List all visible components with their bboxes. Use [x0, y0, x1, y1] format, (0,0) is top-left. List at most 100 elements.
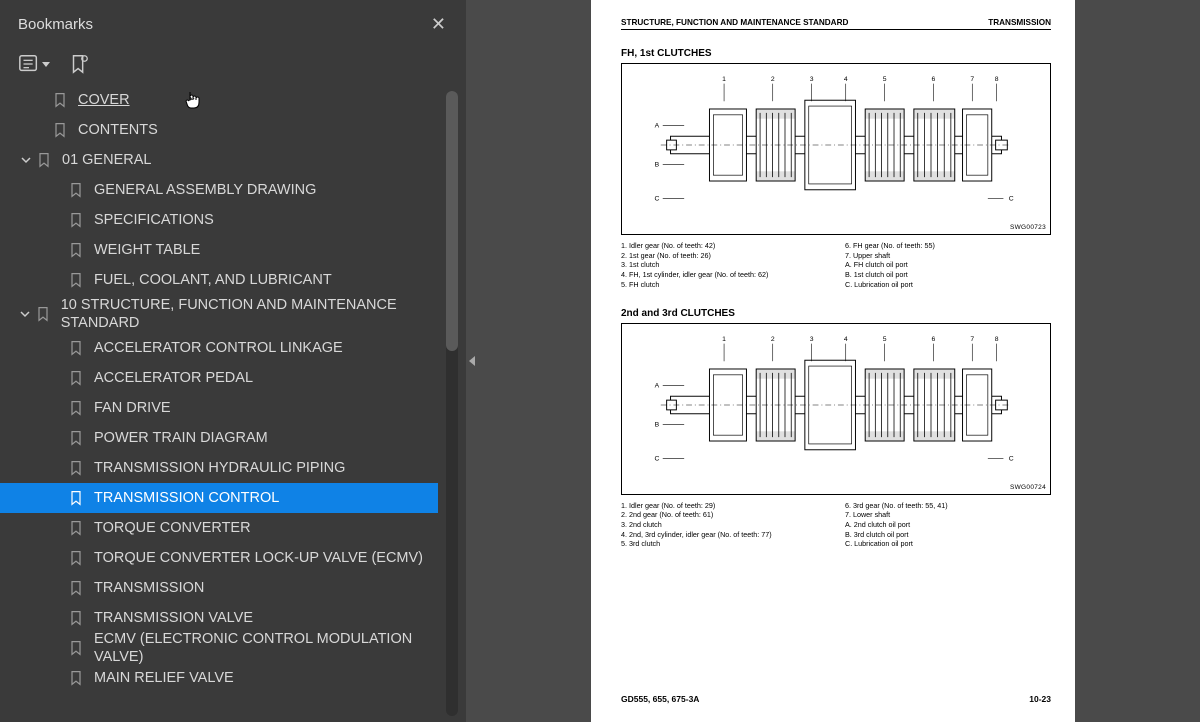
svg-text:5: 5 [883, 335, 887, 342]
legend-line: 4. 2nd, 3rd cylinder, idler gear (No. of… [621, 530, 827, 540]
svg-text:8: 8 [995, 76, 999, 83]
svg-text:C: C [654, 195, 659, 202]
svg-text:8: 8 [995, 335, 999, 342]
bookmark-label: TORQUE CONVERTER [94, 519, 251, 537]
figure-2-id: SWG00724 [1010, 484, 1046, 491]
svg-text:3: 3 [810, 76, 814, 83]
list-options-icon [18, 53, 40, 75]
bookmark-label: FAN DRIVE [94, 399, 171, 417]
bookmark-item[interactable]: ACCELERATOR CONTROL LINKAGE [0, 333, 438, 363]
svg-text:A: A [655, 122, 660, 129]
bookmark-item[interactable]: ECMV (ELECTRONIC CONTROL MODULATION VALV… [0, 633, 438, 663]
legend-line: 7. Upper shaft [845, 251, 1051, 261]
legend-line: 3. 2nd clutch [621, 520, 827, 530]
legend-line: 1. Idler gear (No. of teeth: 29) [621, 501, 827, 511]
bookmarks-title: Bookmarks [18, 16, 93, 33]
legend-line: A. 2nd clutch oil port [845, 520, 1051, 530]
bookmark-item[interactable]: CONTENTS [0, 115, 438, 145]
page-header: STRUCTURE, FUNCTION AND MAINTENANCE STAN… [621, 18, 1051, 30]
bookmarks-tree[interactable]: COVER CONTENTS 01 GENERAL GENERAL ASSEMBLY … [0, 85, 466, 722]
expand-toggle[interactable] [20, 155, 32, 165]
bookmark-item[interactable]: COVER [0, 85, 438, 115]
svg-text:5: 5 [883, 76, 887, 83]
legend-2: 1. Idler gear (No. of teeth: 29)2. 2nd g… [621, 501, 1051, 550]
figure-2: 12345678ABCC SWG00724 [621, 323, 1051, 495]
document-viewport[interactable]: STRUCTURE, FUNCTION AND MAINTENANCE STAN… [466, 0, 1200, 722]
bookmark-item[interactable]: 10 STRUCTURE, FUNCTION AND MAINTENANCE S… [0, 295, 438, 333]
bookmark-item[interactable]: ACCELERATOR PEDAL [0, 363, 438, 393]
legend-line: 3. 1st clutch [621, 260, 827, 270]
legend-line: A. FH clutch oil port [845, 260, 1051, 270]
bookmark-item[interactable]: TRANSMISSION HYDRAULIC PIPING [0, 453, 438, 483]
legend-line: 7. Lower shaft [845, 510, 1051, 520]
bookmark-item[interactable]: 01 GENERAL [0, 145, 438, 175]
bookmark-item[interactable]: TORQUE CONVERTER LOCK-UP VALVE (ECMV) [0, 543, 438, 573]
collapse-sidebar-handle[interactable] [466, 341, 478, 381]
bookmark-label: WEIGHT TABLE [94, 241, 200, 259]
bookmark-label: TRANSMISSION CONTROL [94, 489, 279, 507]
svg-text:2: 2 [771, 335, 775, 342]
svg-text:B: B [655, 161, 660, 168]
svg-text:7: 7 [970, 335, 974, 342]
bookmark-item[interactable]: TRANSMISSION CONTROL [0, 483, 438, 513]
svg-text:B: B [655, 421, 660, 428]
legend-line: 6. FH gear (No. of teeth: 55) [845, 241, 1051, 251]
svg-text:1: 1 [722, 335, 726, 342]
expand-toggle[interactable] [20, 309, 31, 319]
svg-text:C: C [1009, 195, 1014, 202]
bookmark-item[interactable]: TRANSMISSION [0, 573, 438, 603]
svg-text:2: 2 [771, 76, 775, 83]
bookmark-item[interactable]: MAIN RELIEF VALVE [0, 663, 438, 693]
bookmark-label: POWER TRAIN DIAGRAM [94, 429, 268, 447]
bookmark-label: TORQUE CONVERTER LOCK-UP VALVE (ECMV) [94, 549, 423, 567]
bookmark-item[interactable]: POWER TRAIN DIAGRAM [0, 423, 438, 453]
bookmark-item[interactable]: FAN DRIVE [0, 393, 438, 423]
legend-1: 1. Idler gear (No. of teeth: 42)2. 1st g… [621, 241, 1051, 290]
section1-title: FH, 1st CLUTCHES [621, 48, 1051, 59]
legend-line: 6. 3rd gear (No. of teeth: 55, 41) [845, 501, 1051, 511]
svg-text:6: 6 [931, 335, 935, 342]
find-bookmark-button[interactable] [68, 53, 90, 75]
bookmark-item[interactable]: TRANSMISSION VALVE [0, 603, 438, 633]
close-panel-button[interactable]: ✕ [425, 10, 452, 39]
svg-text:A: A [655, 382, 660, 389]
bookmark-item[interactable]: TORQUE CONVERTER [0, 513, 438, 543]
bookmark-label: MAIN RELIEF VALVE [94, 669, 234, 687]
page-footer: GD555, 655, 675-3A 10-23 [621, 694, 1051, 704]
svg-text:7: 7 [970, 76, 974, 83]
svg-text:4: 4 [844, 76, 848, 83]
svg-text:4: 4 [844, 335, 848, 342]
bookmark-label: TRANSMISSION VALVE [94, 609, 253, 627]
bookmark-item[interactable]: WEIGHT TABLE [0, 235, 438, 265]
bookmark-item[interactable]: FUEL, COOLANT, AND LUBRICANT [0, 265, 438, 295]
scrollbar-thumb[interactable] [446, 91, 458, 351]
bookmark-label: SPECIFICATIONS [94, 211, 214, 229]
bookmark-item[interactable]: GENERAL ASSEMBLY DRAWING [0, 175, 438, 205]
bookmark-label: ECMV (ELECTRONIC CONTROL MODULATION VALV… [94, 630, 434, 666]
legend-line: B. 1st clutch oil port [845, 270, 1051, 280]
legend-line: 5. FH clutch [621, 280, 827, 290]
bookmark-label: FUEL, COOLANT, AND LUBRICANT [94, 271, 332, 289]
svg-text:6: 6 [931, 76, 935, 83]
bookmark-label: TRANSMISSION [94, 579, 204, 597]
legend-line: B. 3rd clutch oil port [845, 530, 1051, 540]
section2-title: 2nd and 3rd CLUTCHES [621, 308, 1051, 319]
bookmark-label: 01 GENERAL [62, 151, 151, 169]
header-left: STRUCTURE, FUNCTION AND MAINTENANCE STAN… [621, 18, 848, 27]
figure-1: 12345678ABCC SWG00723 [621, 63, 1051, 235]
legend-line: 5. 3rd clutch [621, 539, 827, 549]
svg-text:C: C [1009, 455, 1014, 462]
bookmark-options-button[interactable] [18, 53, 50, 75]
svg-text:C: C [654, 455, 659, 462]
svg-text:1: 1 [722, 76, 726, 83]
bookmark-item[interactable]: SPECIFICATIONS [0, 205, 438, 235]
footer-left: GD555, 655, 675-3A [621, 694, 699, 704]
bookmarks-header: Bookmarks ✕ [0, 0, 466, 47]
pdf-page: STRUCTURE, FUNCTION AND MAINTENANCE STAN… [591, 0, 1075, 722]
legend-line: C. Lubrication oil port [845, 539, 1051, 549]
bookmark-label: COVER [78, 91, 130, 109]
bookmarks-panel: Bookmarks ✕ COVER CONTENTS 01 GENERAL GENER… [0, 0, 466, 722]
legend-line: 2. 2nd gear (No. of teeth: 61) [621, 510, 827, 520]
bookmark-label: ACCELERATOR PEDAL [94, 369, 253, 387]
footer-right: 10-23 [1029, 694, 1051, 704]
